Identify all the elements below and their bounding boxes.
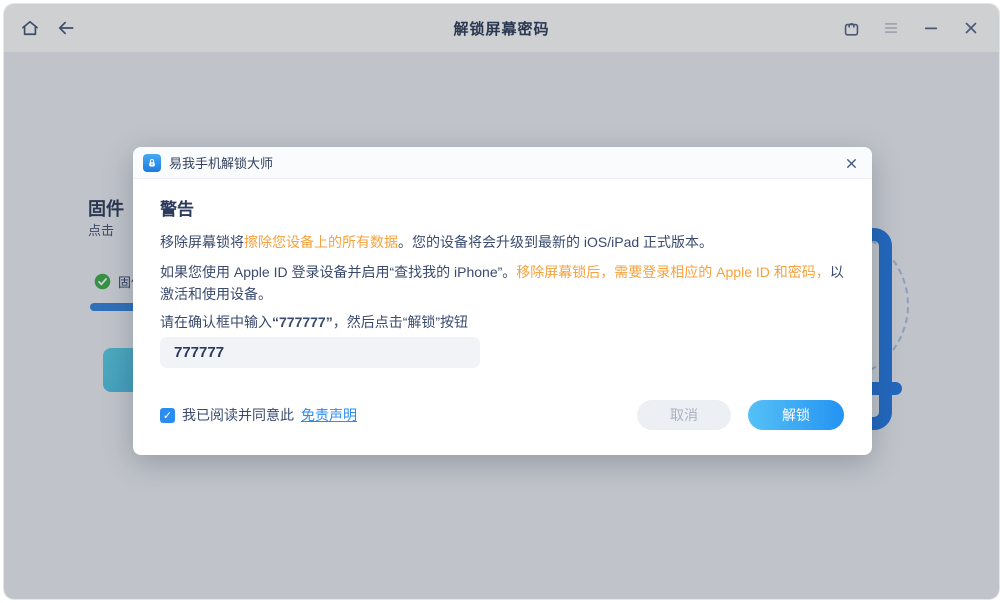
p2-highlight-text: 移除屏幕锁后，需要登录相应的 Apple ID 和密码， xyxy=(516,264,829,280)
p2-normal-text: 如果您使用 Apple ID 登录设备并启用“查找我的 iPhone”。 xyxy=(160,264,516,280)
agree-checkbox[interactable]: ✓ xyxy=(160,408,175,423)
p3-prefix: 请在确认框中输入 xyxy=(160,314,272,330)
confirm-code-input[interactable] xyxy=(160,337,480,368)
app-lock-icon xyxy=(143,154,161,172)
confirm-instruction: 请在确认框中输入“777777”，然后点击“解锁”按钮 xyxy=(160,311,852,333)
dialog-close-icon[interactable] xyxy=(840,152,862,174)
agree-row: ✓ 我已阅读并同意此免责声明 xyxy=(160,405,357,425)
p3-code: “777777” xyxy=(272,314,333,330)
cancel-button[interactable]: 取消 xyxy=(637,400,731,430)
app-window: 解锁屏幕密码 xyxy=(4,4,999,599)
dialog-app-title: 易我手机解锁大师 xyxy=(169,153,273,172)
disclaimer-link[interactable]: 免责声明 xyxy=(301,405,357,425)
warning-dialog: 易我手机解锁大师 警告 移除屏幕锁将擦除您设备上的所有数据。您的设备将会升级到最… xyxy=(133,147,872,455)
p1-normal-text2: 。您的设备将会升级到最新的 iOS/iPad 正式版本。 xyxy=(398,234,713,250)
p3-suffix: ，然后点击“解锁”按钮 xyxy=(333,314,468,330)
dialog-footer: ✓ 我已阅读并同意此免责声明 取消 解锁 xyxy=(160,400,844,430)
dialog-title: 警告 xyxy=(160,195,194,220)
unlock-button[interactable]: 解锁 xyxy=(748,400,844,430)
warning-paragraph-1: 移除屏幕锁将擦除您设备上的所有数据。您的设备将会升级到最新的 iOS/iPad … xyxy=(160,231,852,253)
p1-highlight-text: 擦除您设备上的所有数据 xyxy=(244,234,398,250)
agree-label: 我已阅读并同意此 xyxy=(182,405,294,425)
dialog-header: 易我手机解锁大师 xyxy=(133,147,872,179)
p1-normal-text: 移除屏幕锁将 xyxy=(160,234,244,250)
warning-paragraph-2: 如果您使用 Apple ID 登录设备并启用“查找我的 iPhone”。移除屏幕… xyxy=(160,261,852,305)
